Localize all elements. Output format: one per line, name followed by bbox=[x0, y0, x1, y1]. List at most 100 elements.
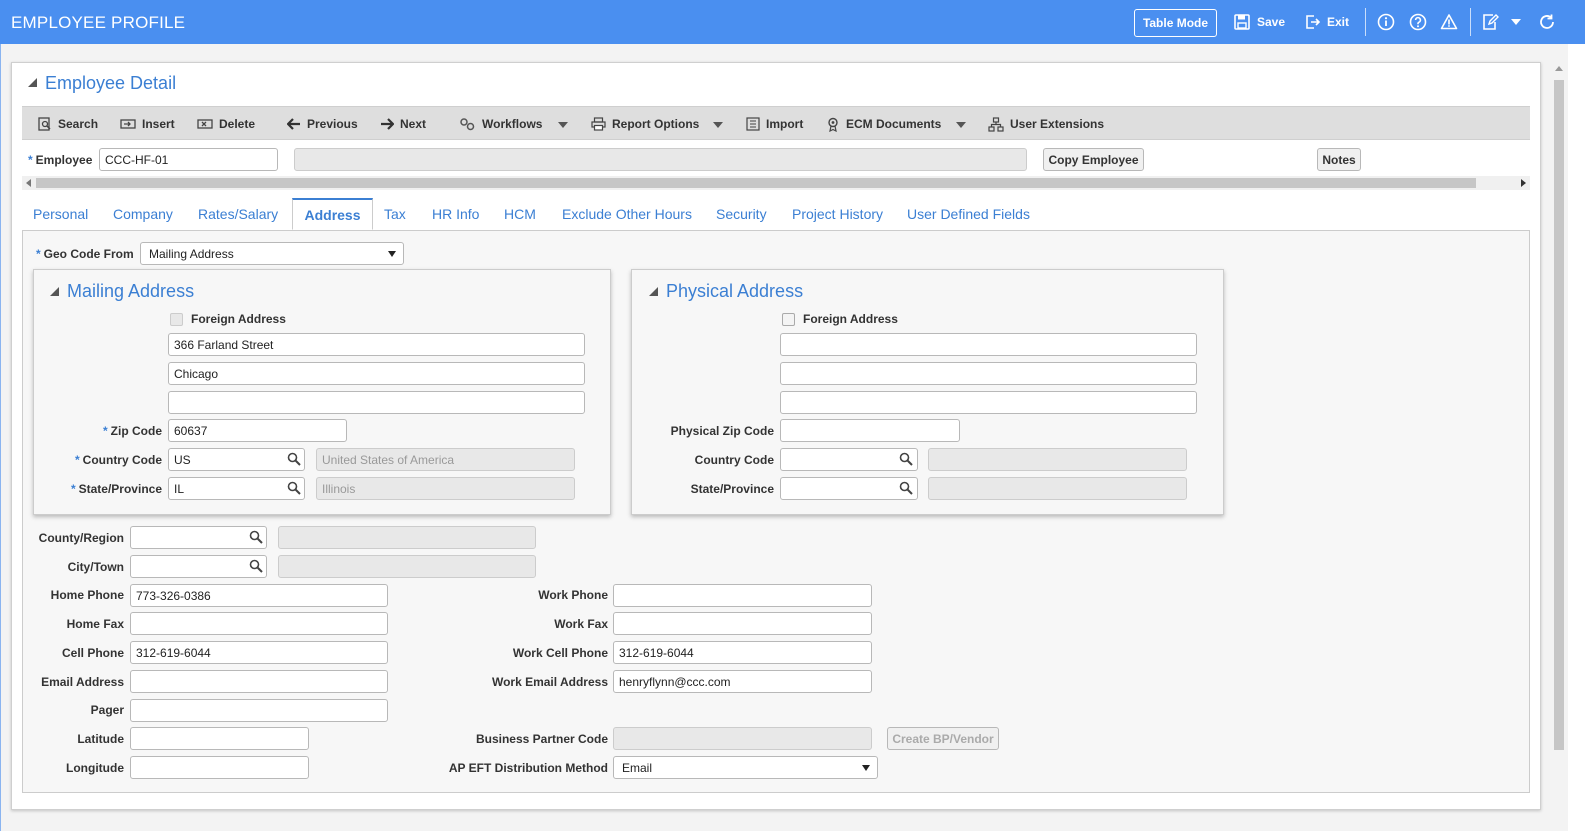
cell-phone-label: Cell Phone bbox=[61, 646, 124, 660]
previous-button[interactable]: Previous bbox=[287, 107, 358, 141]
zip-code-label: * Zip Code bbox=[103, 424, 162, 438]
tab-rates-salary[interactable]: Rates/Salary bbox=[198, 198, 278, 230]
home-phone-input[interactable] bbox=[130, 584, 388, 607]
report-options-dropdown-icon[interactable] bbox=[713, 122, 723, 128]
longitude-input[interactable] bbox=[130, 756, 309, 779]
app-title: EMPLOYEE PROFILE bbox=[11, 13, 186, 32]
table-mode-button[interactable]: Table Mode bbox=[1134, 9, 1217, 37]
mailing-foreign-checkbox[interactable] bbox=[170, 313, 183, 326]
vertical-scrollbar[interactable] bbox=[1551, 62, 1567, 822]
collapse-triangle-icon[interactable] bbox=[50, 287, 59, 296]
email-address-input[interactable] bbox=[130, 670, 388, 693]
dropdown-caret-icon bbox=[862, 765, 870, 771]
save-label: Save bbox=[1257, 15, 1286, 29]
county-region-label: County/Region bbox=[38, 531, 124, 545]
mailing-line3-input[interactable] bbox=[168, 391, 585, 414]
mailing-line1-input[interactable] bbox=[168, 333, 585, 356]
search-icon[interactable] bbox=[249, 559, 263, 573]
insert-button[interactable]: Insert bbox=[120, 107, 175, 141]
work-phone-input[interactable] bbox=[613, 584, 872, 607]
import-button[interactable]: Import bbox=[746, 107, 803, 141]
warning-icon[interactable] bbox=[1439, 12, 1459, 32]
scrollbar-thumb[interactable] bbox=[36, 178, 1476, 188]
city-town-input[interactable] bbox=[130, 555, 267, 578]
refresh-icon[interactable] bbox=[1537, 12, 1557, 32]
scroll-left-icon[interactable] bbox=[26, 179, 31, 187]
tab-project-history[interactable]: Project History bbox=[792, 198, 883, 230]
next-label: Next bbox=[400, 117, 427, 131]
search-icon[interactable] bbox=[899, 452, 913, 466]
tab-exclude-other-hours[interactable]: Exclude Other Hours bbox=[562, 198, 692, 230]
copy-employee-button[interactable]: Copy Employee bbox=[1043, 148, 1144, 171]
search-icon[interactable] bbox=[287, 481, 301, 495]
physical-zip-input[interactable] bbox=[780, 419, 960, 442]
help-icon[interactable] bbox=[1408, 12, 1428, 32]
physical-state-input[interactable] bbox=[780, 477, 918, 500]
tab-address[interactable]: Address bbox=[292, 198, 373, 230]
tab-user-defined-fields[interactable]: User Defined Fields bbox=[907, 198, 1030, 230]
home-fax-input[interactable] bbox=[130, 612, 388, 635]
work-fax-input[interactable] bbox=[613, 612, 872, 635]
physical-zip-label: Physical Zip Code bbox=[670, 424, 774, 438]
ap-eft-distribution-select[interactable]: Email bbox=[613, 756, 878, 779]
physical-line2-input[interactable] bbox=[780, 362, 1197, 385]
horizontal-scrollbar[interactable] bbox=[22, 176, 1530, 190]
ecm-dropdown-icon[interactable] bbox=[956, 122, 966, 128]
employee-input[interactable] bbox=[99, 148, 278, 171]
latitude-input[interactable] bbox=[130, 727, 309, 750]
employee-label: * Employee bbox=[28, 153, 92, 167]
tab-personal[interactable]: Personal bbox=[33, 198, 88, 230]
search-icon[interactable] bbox=[249, 530, 263, 544]
search-icon[interactable] bbox=[287, 452, 301, 466]
work-cell-phone-input[interactable] bbox=[613, 641, 872, 664]
search-icon[interactable] bbox=[899, 481, 913, 495]
tab-security[interactable]: Security bbox=[716, 198, 767, 230]
country-code-input[interactable] bbox=[168, 448, 305, 471]
collapse-triangle-icon[interactable] bbox=[28, 78, 37, 87]
physical-address-title: Physical Address bbox=[666, 281, 804, 301]
workflows-dropdown-icon[interactable] bbox=[558, 122, 568, 128]
zip-code-label-text: Zip Code bbox=[110, 424, 162, 438]
ecm-documents-button[interactable]: ECM Documents bbox=[826, 107, 941, 141]
edit-icon[interactable] bbox=[1480, 12, 1500, 32]
scroll-up-icon[interactable] bbox=[1555, 66, 1563, 71]
delete-button[interactable]: Delete bbox=[197, 107, 255, 141]
geo-code-select[interactable]: Mailing Address bbox=[140, 242, 404, 265]
top-bar: EMPLOYEE PROFILE Table Mode Save Exit bbox=[0, 0, 1585, 44]
physical-country-input[interactable] bbox=[780, 448, 918, 471]
tab-hcm[interactable]: HCM bbox=[504, 198, 536, 230]
business-partner-code-input bbox=[613, 727, 872, 750]
exit-button[interactable]: Exit bbox=[1305, 0, 1349, 44]
work-email-input[interactable] bbox=[613, 670, 872, 693]
report-options-button[interactable]: Report Options bbox=[591, 107, 699, 141]
tab-tax[interactable]: Tax bbox=[384, 198, 406, 230]
save-button[interactable]: Save bbox=[1234, 0, 1285, 44]
next-button[interactable]: Next bbox=[380, 107, 426, 141]
physical-line3-input[interactable] bbox=[780, 391, 1197, 414]
create-bp-vendor-button[interactable]: Create BP/Vendor bbox=[887, 727, 999, 750]
home-phone-label: Home Phone bbox=[50, 588, 124, 602]
zip-code-input[interactable] bbox=[168, 419, 347, 442]
chevron-down-icon[interactable] bbox=[1511, 19, 1521, 25]
longitude-label: Longitude bbox=[66, 761, 124, 775]
collapse-triangle-icon[interactable] bbox=[649, 287, 658, 296]
scroll-right-icon[interactable] bbox=[1521, 179, 1526, 187]
toolbar-divider bbox=[1365, 8, 1366, 36]
cell-phone-input[interactable] bbox=[130, 641, 388, 664]
scrollbar-thumb[interactable] bbox=[1554, 80, 1564, 750]
pager-input[interactable] bbox=[130, 699, 388, 722]
mailing-line2-input[interactable] bbox=[168, 362, 585, 385]
user-extensions-button[interactable]: User Extensions bbox=[988, 107, 1104, 141]
mailing-address-title: Mailing Address bbox=[67, 281, 195, 301]
physical-foreign-checkbox[interactable] bbox=[782, 313, 795, 326]
info-icon[interactable] bbox=[1376, 12, 1396, 32]
county-region-input[interactable] bbox=[130, 526, 267, 549]
physical-line1-input[interactable] bbox=[780, 333, 1197, 356]
state-province-input[interactable] bbox=[168, 477, 305, 500]
tab-company[interactable]: Company bbox=[113, 198, 173, 230]
tab-hr-info[interactable]: HR Info bbox=[432, 198, 479, 230]
search-button[interactable]: Search bbox=[38, 107, 98, 141]
workflows-button[interactable]: Workflows bbox=[459, 107, 542, 141]
gears-icon bbox=[460, 118, 475, 131]
notes-button[interactable]: Notes bbox=[1317, 148, 1361, 171]
